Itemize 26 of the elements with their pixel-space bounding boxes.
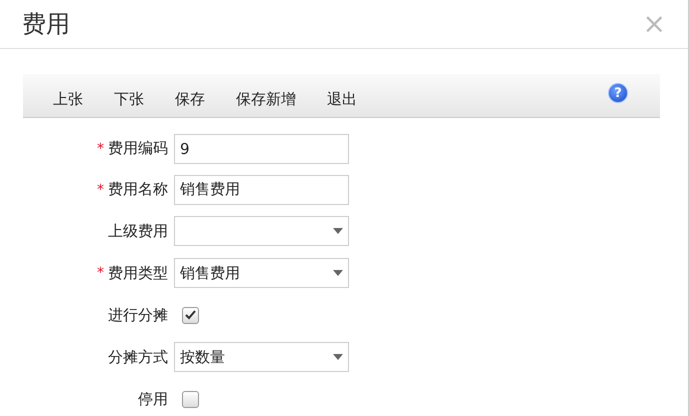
- required-mark: *: [97, 140, 104, 156]
- field-label: 进行分摊: [108, 306, 168, 324]
- dropdown[interactable]: 按数量: [174, 342, 349, 372]
- field-label: 费用类型: [108, 264, 168, 282]
- checkbox[interactable]: [182, 390, 199, 408]
- input-field[interactable]: 9: [174, 134, 349, 164]
- field-label: 分摊方式: [108, 348, 168, 366]
- required-mark: *: [97, 182, 104, 198]
- dialog-title: 费用: [22, 9, 70, 40]
- dropdown[interactable]: [174, 216, 349, 246]
- field-label: 上级费用: [108, 222, 168, 240]
- toolbar-button[interactable]: 保存: [175, 90, 205, 109]
- field-label: 费用编码: [108, 139, 168, 158]
- caret-icon: [333, 228, 343, 234]
- required-mark: *: [97, 265, 104, 281]
- toolbar-button[interactable]: 上张: [53, 90, 83, 109]
- input-field[interactable]: 销售费用: [174, 174, 349, 204]
- field-label: 费用名称: [108, 180, 168, 199]
- dropdown[interactable]: 销售费用: [174, 258, 349, 288]
- checkbox[interactable]: [182, 306, 199, 324]
- toolbar-button[interactable]: 退出: [327, 90, 357, 109]
- caret-icon: [333, 270, 343, 276]
- field-label: 停用: [138, 390, 168, 408]
- caret-icon: [333, 354, 343, 360]
- toolbar-button[interactable]: 下张: [114, 90, 144, 109]
- toolbar-button[interactable]: 保存新增: [236, 90, 296, 109]
